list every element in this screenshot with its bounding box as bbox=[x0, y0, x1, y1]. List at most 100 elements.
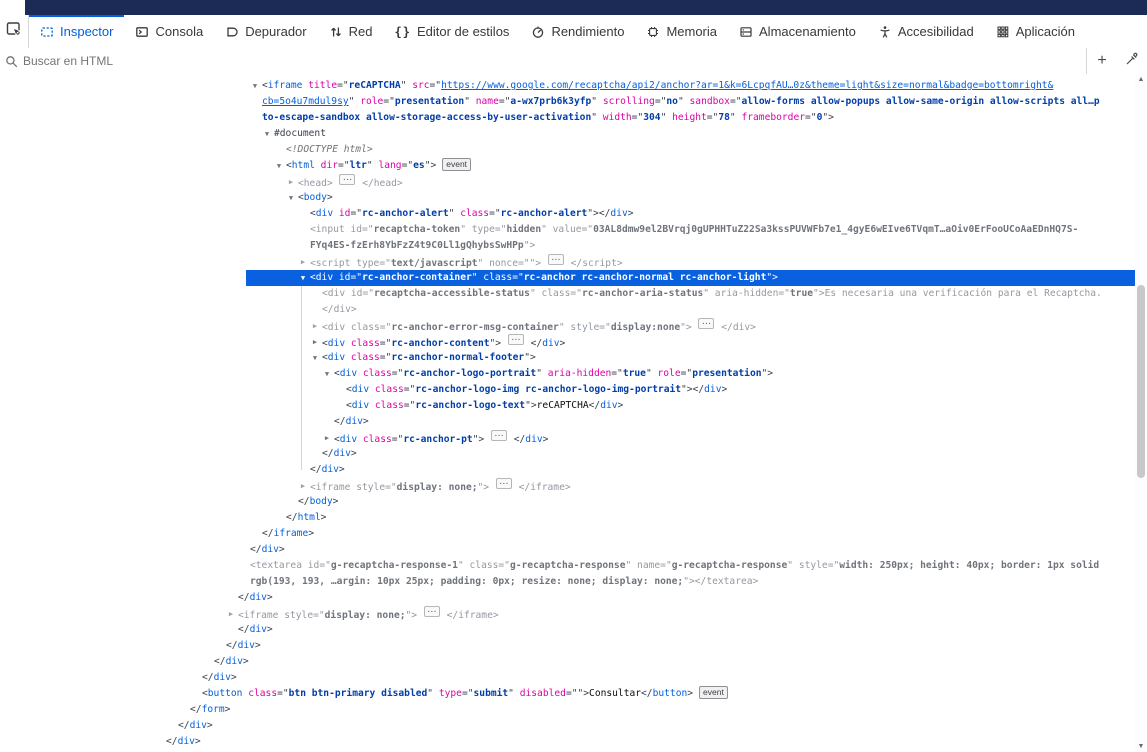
markup-row[interactable]: </div> bbox=[0, 670, 1135, 686]
markup-row[interactable]: </div> bbox=[0, 542, 1135, 558]
twisty-collapsed-icon[interactable]: ▶ bbox=[298, 254, 308, 270]
scrollbar[interactable]: ▲ ▼ bbox=[1135, 74, 1147, 752]
markup-row[interactable]: </div> bbox=[0, 462, 1135, 478]
code-segment-pu: </ bbox=[214, 656, 226, 667]
markup-row[interactable]: </div> bbox=[0, 734, 1135, 750]
markup-row-selected[interactable]: ▼<div id="rc-anchor-container" class="rc… bbox=[0, 270, 1135, 286]
markup-row[interactable]: FYq4ES-fzErh8YbFzZ4t9C0Ll1gQhybsSwHPp"> bbox=[0, 238, 1135, 254]
tab-debugger[interactable]: Depurador bbox=[214, 15, 317, 48]
markup-row[interactable]: <div class="rc-anchor-logo-img rc-anchor… bbox=[0, 382, 1135, 398]
event-badge[interactable]: event bbox=[699, 686, 728, 699]
code-segment-tg: textarea bbox=[256, 560, 302, 571]
twisty-expanded-icon[interactable]: ▼ bbox=[250, 78, 260, 94]
ellipsis-button[interactable] bbox=[424, 606, 440, 617]
ellipsis-button[interactable] bbox=[339, 174, 355, 185]
markup-row[interactable]: ▶<iframe style="display: none;"> </ifram… bbox=[0, 478, 1135, 494]
markup-row[interactable]: ▶<iframe style="display: none;"> </ifram… bbox=[0, 606, 1135, 622]
add-node-button[interactable]: + bbox=[1087, 48, 1117, 74]
twisty-expanded-icon[interactable]: ▼ bbox=[262, 126, 272, 142]
markup-row[interactable]: </div> bbox=[0, 414, 1135, 430]
code-segment-pu: "> bbox=[822, 112, 834, 123]
code-segment-at: style bbox=[278, 610, 313, 621]
markup-row[interactable]: </div> bbox=[0, 718, 1135, 734]
markup-row[interactable]: cb=5o4u7mdul9sy" role="presentation" nam… bbox=[0, 94, 1135, 110]
eyedropper-button[interactable] bbox=[1117, 48, 1147, 74]
markup-row[interactable]: ▼<iframe title="reCAPTCHA" src="https://… bbox=[0, 78, 1135, 94]
twisty-collapsed-icon[interactable]: ▶ bbox=[226, 606, 236, 622]
markup-row[interactable]: <!DOCTYPE html> bbox=[0, 142, 1135, 158]
event-badge[interactable]: event bbox=[442, 158, 471, 171]
twisty-collapsed-icon[interactable]: ▶ bbox=[310, 334, 320, 350]
tab-storage[interactable]: Almacenamiento bbox=[728, 15, 867, 48]
markup-row[interactable]: </div> bbox=[0, 590, 1135, 606]
code-segment-pu: </ bbox=[441, 610, 458, 621]
markup-row[interactable]: </div> bbox=[0, 654, 1135, 670]
markup-row[interactable]: <div class="rc-anchor-logo-text">reCAPTC… bbox=[0, 398, 1135, 414]
code-segment-at: class bbox=[357, 434, 392, 445]
markup-row[interactable]: ▶<script type="text/javascript" nonce=""… bbox=[0, 254, 1135, 270]
tab-style-editor[interactable]: {}Editor de estilos bbox=[383, 15, 520, 48]
tab-inspector[interactable]: Inspector bbox=[29, 15, 124, 48]
twisty-collapsed-icon[interactable]: ▶ bbox=[286, 174, 296, 190]
markup-row[interactable]: </iframe> bbox=[0, 526, 1135, 542]
scroll-up-icon[interactable]: ▲ bbox=[1135, 76, 1147, 83]
tab-memory[interactable]: Memoria bbox=[635, 15, 728, 48]
twisty-collapsed-icon[interactable]: ▶ bbox=[322, 430, 332, 446]
ellipsis-button[interactable] bbox=[496, 478, 512, 489]
markup-row[interactable]: ▼<div class="rc-anchor-normal-footer"> bbox=[0, 350, 1135, 366]
markup-row[interactable]: </form> bbox=[0, 702, 1135, 718]
scrollbar-thumb[interactable] bbox=[1137, 285, 1145, 478]
tab-performance[interactable]: Rendimiento bbox=[520, 15, 635, 48]
search-input[interactable] bbox=[18, 54, 1086, 68]
markup-row[interactable]: <div id="recaptcha-accessible-status" cl… bbox=[0, 286, 1135, 302]
tab-application[interactable]: Aplicación bbox=[985, 15, 1086, 48]
tab-accessibility[interactable]: Accesibilidad bbox=[867, 15, 985, 48]
markup-row[interactable]: ▼<div class="rc-anchor-logo-portrait" ar… bbox=[0, 366, 1135, 382]
ellipsis-button[interactable] bbox=[698, 318, 714, 329]
markup-row[interactable]: <input id="recaptcha-token" type="hidden… bbox=[0, 222, 1135, 238]
tab-console[interactable]: Consola bbox=[124, 15, 214, 48]
ellipsis-button[interactable] bbox=[491, 430, 507, 441]
markup-row[interactable]: ▶<div class="rc-anchor-pt"> </div> bbox=[0, 430, 1135, 446]
scroll-down-icon[interactable]: ▼ bbox=[1135, 743, 1147, 750]
twisty-expanded-icon[interactable]: ▼ bbox=[298, 270, 308, 286]
code-segment-tg: body bbox=[310, 496, 333, 507]
markup-row[interactable]: rgb(193, 193, …argin: 10px 25px; padding… bbox=[0, 574, 1135, 590]
twisty-collapsed-icon[interactable]: ▶ bbox=[298, 478, 308, 494]
twisty-expanded-icon[interactable]: ▼ bbox=[310, 350, 320, 366]
markup-row[interactable]: </div> bbox=[0, 638, 1135, 654]
code-segment-pu: "></ bbox=[683, 576, 706, 587]
markup-row[interactable]: </div> bbox=[0, 622, 1135, 638]
twisty-expanded-icon[interactable]: ▼ bbox=[286, 190, 296, 206]
markup-row[interactable]: </html> bbox=[0, 510, 1135, 526]
markup-row[interactable]: <div id="rc-anchor-alert" class="rc-anch… bbox=[0, 206, 1135, 222]
markup-row[interactable]: ▶<div class="rc-anchor-error-msg-contain… bbox=[0, 318, 1135, 334]
pick-element-button[interactable] bbox=[0, 15, 29, 48]
code-segment-pu: </ bbox=[262, 528, 274, 539]
tab-network[interactable]: Red bbox=[318, 15, 384, 48]
markup-row[interactable]: </body> bbox=[0, 494, 1135, 510]
markup-row[interactable]: to-escape-sandbox allow-storage-access-b… bbox=[0, 110, 1135, 126]
markup-row[interactable]: <button class="btn btn-primary disabled"… bbox=[0, 686, 1135, 702]
ellipsis-button[interactable] bbox=[548, 254, 564, 265]
markup-row[interactable]: ▼#document bbox=[0, 126, 1135, 142]
code-segment-va: display: none; bbox=[325, 610, 406, 621]
browser-chrome-strip bbox=[25, 0, 1147, 15]
markup-row[interactable]: ▼<body> bbox=[0, 190, 1135, 206]
twisty-expanded-icon[interactable]: ▼ bbox=[322, 366, 332, 382]
markup-row[interactable]: ▶<head> </head> bbox=[0, 174, 1135, 190]
inspector-markup-panel[interactable]: ▼<iframe title="reCAPTCHA" src="https://… bbox=[0, 74, 1135, 752]
code-segment-pu: </ bbox=[238, 592, 250, 603]
ellipsis-button[interactable] bbox=[508, 334, 524, 345]
twisty-collapsed-icon[interactable]: ▶ bbox=[310, 318, 320, 334]
markup-row[interactable]: <textarea id="g-recaptcha-response-1" cl… bbox=[0, 558, 1135, 574]
code-segment-pu: > bbox=[397, 178, 403, 189]
twisty-expanded-icon[interactable]: ▼ bbox=[274, 158, 284, 174]
code-segment-pu: > bbox=[321, 512, 327, 523]
markup-row[interactable]: </div> bbox=[0, 302, 1135, 318]
markup-row[interactable]: ▶<div class="rc-anchor-content"> </div> bbox=[0, 334, 1135, 350]
markup-row[interactable]: ▼<html dir="ltr" lang="es">event bbox=[0, 158, 1135, 174]
code-segment-tg: div bbox=[328, 288, 345, 299]
code-segment-at: class bbox=[357, 368, 392, 379]
markup-row[interactable]: </div> bbox=[0, 446, 1135, 462]
